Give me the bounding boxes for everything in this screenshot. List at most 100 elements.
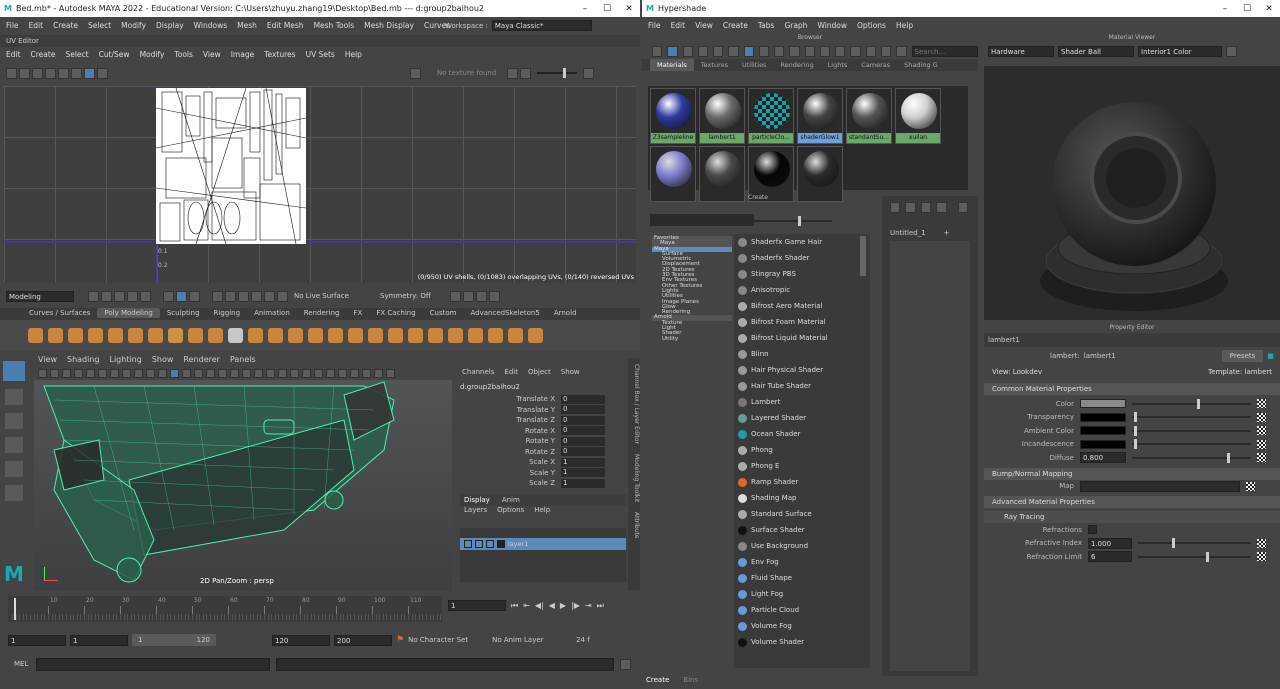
- menu-item[interactable]: Object: [528, 368, 551, 380]
- undo-icon[interactable]: [127, 290, 138, 302]
- menu-item[interactable]: Modify: [140, 50, 165, 59]
- range-inner-end-field[interactable]: 120: [272, 634, 330, 646]
- snap-vertex-icon[interactable]: [277, 290, 288, 302]
- menu-item[interactable]: View: [203, 50, 221, 59]
- viewport-tool-icon[interactable]: [62, 368, 71, 378]
- viewport-tool-icon[interactable]: [326, 368, 335, 378]
- menu-item[interactable]: Mesh: [237, 21, 257, 30]
- browser-tool-icon[interactable]: [713, 45, 724, 57]
- shelf-tab[interactable]: Rigging: [207, 308, 248, 318]
- uv-tool-icon[interactable]: [507, 67, 518, 79]
- menu-item[interactable]: Create: [31, 50, 56, 59]
- snap-surface-icon[interactable]: [264, 290, 275, 302]
- go-to-start-icon[interactable]: ⏮: [511, 601, 518, 611]
- channel-value[interactable]: 0: [561, 447, 605, 457]
- menu-item[interactable]: Mesh Tools: [314, 21, 355, 30]
- browser-tab[interactable]: Rendering: [773, 59, 820, 71]
- viewport-tool-icon[interactable]: [254, 368, 263, 378]
- material-swatch[interactable]: particleClo...: [748, 88, 794, 144]
- shelf-tab[interactable]: FX: [347, 308, 370, 318]
- channel-value[interactable]: 0: [561, 405, 605, 415]
- menu-item[interactable]: Edit: [29, 21, 44, 30]
- paint-tool-icon[interactable]: [5, 413, 23, 429]
- menu-item[interactable]: Window: [817, 21, 847, 30]
- viewport-tool-icon[interactable]: [278, 368, 287, 378]
- node-type-item[interactable]: Shading Map: [734, 490, 870, 506]
- browser-tab[interactable]: Cameras: [854, 59, 897, 71]
- shape-select[interactable]: Shader Ball: [1058, 45, 1134, 57]
- shelf-tool-icon[interactable]: [408, 327, 423, 343]
- menu-item[interactable]: Cut/Sew: [99, 50, 130, 59]
- menu-item[interactable]: Help: [534, 506, 550, 518]
- viewport-tool-icon[interactable]: [50, 368, 59, 378]
- shelf-tool-icon[interactable]: [28, 327, 43, 343]
- browser-tab[interactable]: Shading G: [897, 59, 945, 71]
- material-swatch[interactable]: xuilan: [895, 88, 941, 144]
- menu-item[interactable]: Select: [88, 21, 111, 30]
- maximize-icon[interactable]: ☐: [1236, 4, 1258, 14]
- shelf-tab[interactable]: Sculpting: [160, 308, 207, 318]
- node-type-item[interactable]: Env Fog: [734, 554, 870, 570]
- node-type-item[interactable]: Lambert: [734, 394, 870, 410]
- shelf-tab[interactable]: Custom: [423, 308, 464, 318]
- viewport-tool-icon[interactable]: [182, 368, 191, 378]
- menu-item[interactable]: Edit: [6, 50, 21, 59]
- channel-value[interactable]: 1: [561, 478, 605, 488]
- graph-tool-icon[interactable]: [890, 202, 901, 213]
- create-panel-tab[interactable]: Create: [646, 676, 669, 684]
- shelf-tool-icon[interactable]: [448, 327, 463, 343]
- icon-size-slider[interactable]: [752, 216, 832, 226]
- visibility-toggle[interactable]: [464, 540, 472, 548]
- render-icon[interactable]: [450, 290, 461, 302]
- channel-value[interactable]: 0: [561, 415, 605, 425]
- node-type-item[interactable]: Volume Shader: [734, 634, 870, 650]
- range-start-field[interactable]: 1: [8, 634, 66, 646]
- minimize-icon[interactable]: –: [574, 4, 596, 14]
- browser-tool-icon[interactable]: [667, 45, 678, 57]
- menu-item[interactable]: Modify: [121, 21, 146, 30]
- browser-tool-icon[interactable]: [789, 45, 800, 57]
- side-tab[interactable]: Channel Box / Layer Editor: [633, 364, 640, 444]
- shelf-tool-icon[interactable]: [268, 327, 283, 343]
- menu-item[interactable]: Mesh Display: [364, 21, 414, 30]
- playback-toggle[interactable]: [475, 540, 483, 548]
- shelf-tool-icon[interactable]: [248, 327, 263, 343]
- uv-canvas[interactable]: 0.1 0.2 (0/950) UV shells, (0/1083) over…: [4, 86, 636, 283]
- viewport-tool-icon[interactable]: [386, 368, 395, 378]
- browser-tool-icon[interactable]: [896, 45, 907, 57]
- scale-tool-icon[interactable]: [5, 485, 23, 501]
- lasso-tool-icon[interactable]: [5, 389, 23, 405]
- menu-item[interactable]: Create: [723, 21, 748, 30]
- render-icon[interactable]: [489, 290, 500, 302]
- shelf-tool-icon[interactable]: [68, 327, 83, 343]
- node-type-item[interactable]: Shaderfx Game Hair: [734, 234, 870, 250]
- snap-grid-icon[interactable]: [212, 290, 223, 302]
- menu-item[interactable]: View: [38, 355, 57, 367]
- viewport-tool-icon[interactable]: [74, 368, 83, 378]
- node-type-item[interactable]: Use Background: [734, 538, 870, 554]
- play-back-icon[interactable]: ◀: [549, 601, 555, 610]
- section-advanced-material[interactable]: Advanced Material Properties: [984, 496, 1280, 508]
- command-input[interactable]: [36, 657, 270, 671]
- new-scene-icon[interactable]: [88, 290, 99, 302]
- graph-tab[interactable]: Untitled_1: [890, 229, 926, 237]
- step-back-key-icon[interactable]: ⇤: [523, 601, 530, 610]
- rotate-tool-icon[interactable]: [5, 461, 23, 477]
- menu-item[interactable]: Create: [53, 21, 78, 30]
- browser-tool-icon[interactable]: [743, 45, 754, 57]
- menu-item[interactable]: Show: [152, 355, 174, 367]
- node-type-item[interactable]: Shaderfx Shader: [734, 250, 870, 266]
- node-type-item[interactable]: Stingray PBS: [734, 266, 870, 282]
- property-slider[interactable]: [1132, 425, 1251, 436]
- map-connect-icon[interactable]: [1257, 552, 1266, 562]
- snap-plane-icon[interactable]: [251, 290, 262, 302]
- channel-value[interactable]: 1: [561, 457, 605, 467]
- node-type-item[interactable]: Phong E: [734, 458, 870, 474]
- shelf-tool-icon[interactable]: [508, 327, 523, 343]
- viewport-tool-icon[interactable]: [242, 368, 251, 378]
- node-type-item[interactable]: Ocean Shader: [734, 426, 870, 442]
- shelf-tool-icon[interactable]: [488, 327, 503, 343]
- viewport-tool-icon[interactable]: [146, 368, 155, 378]
- fps-field[interactable]: 24 f: [576, 636, 590, 644]
- minimize-icon[interactable]: –: [1214, 4, 1236, 14]
